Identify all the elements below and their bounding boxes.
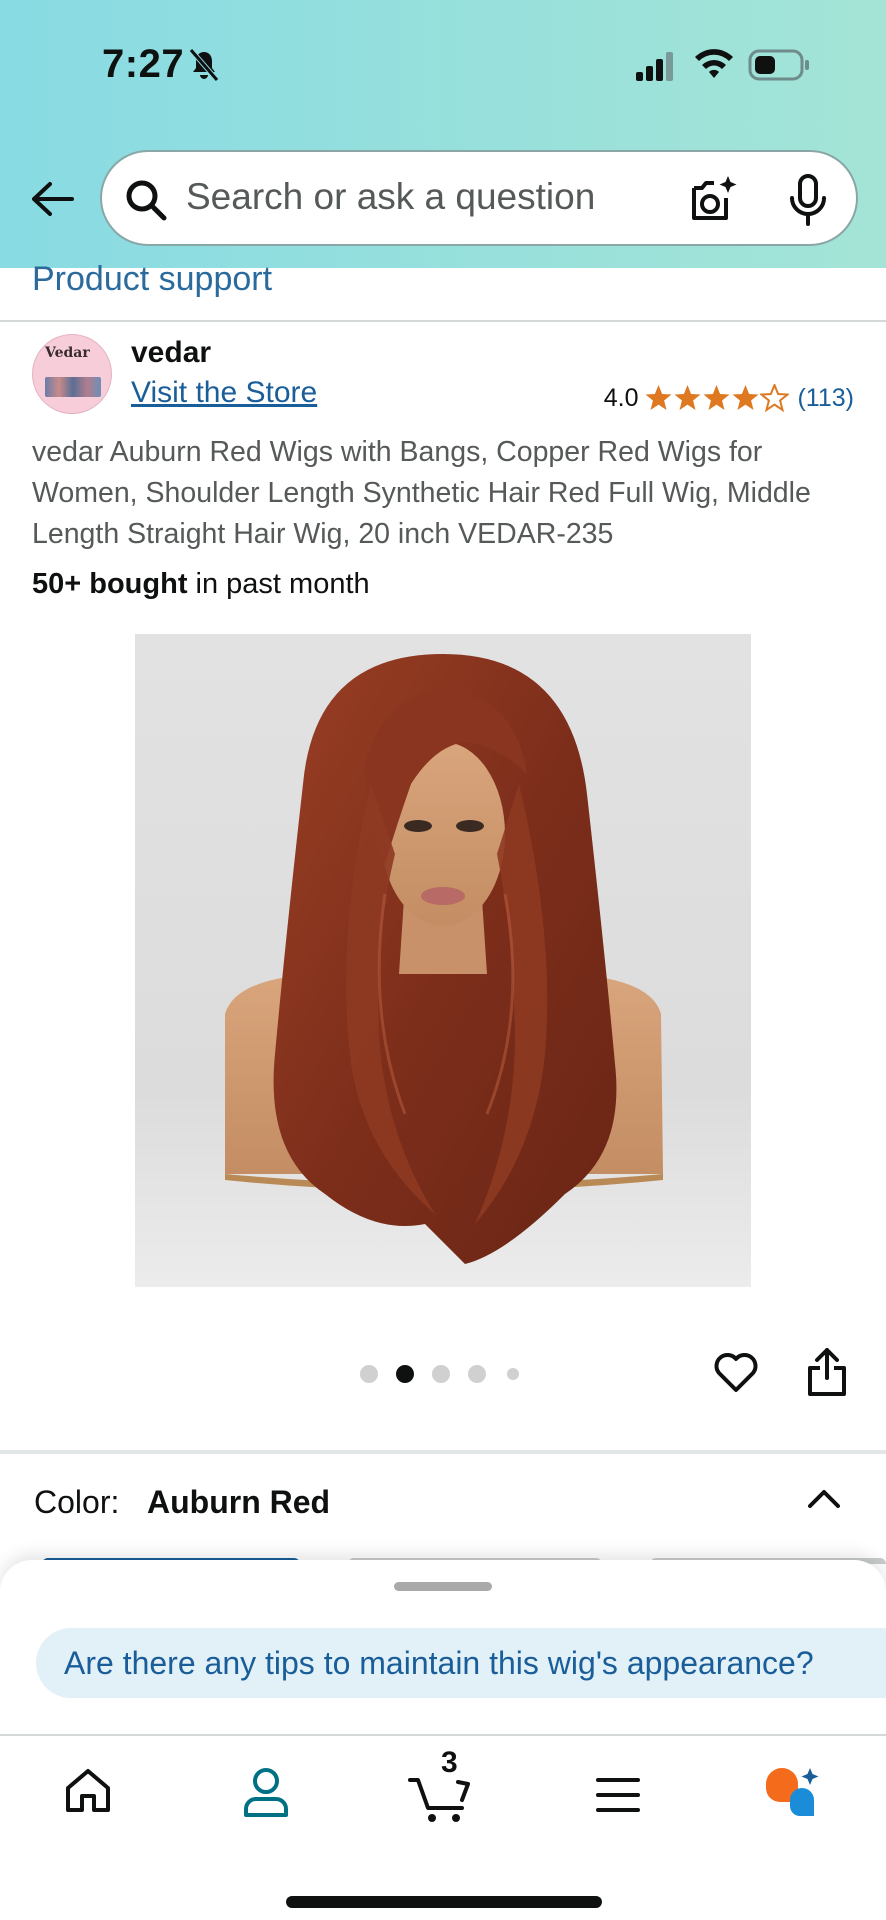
- back-arrow-icon[interactable]: [28, 176, 74, 222]
- bought-count-rest: in past month: [187, 568, 370, 600]
- bell-muted-icon: [189, 48, 219, 82]
- rating-value: 4.0: [603, 383, 639, 412]
- rating-summary[interactable]: 4.0 (113): [604, 380, 854, 416]
- bought-count-bold: 50+ bought: [32, 568, 188, 600]
- star-filled-icon: [703, 385, 730, 410]
- star-empty-icon: [760, 384, 790, 412]
- home-icon[interactable]: [64, 1766, 112, 1814]
- star-rating: [644, 384, 790, 412]
- assistant-chat-icon[interactable]: [762, 1766, 822, 1820]
- wig-photo-illustration: [225, 654, 663, 1264]
- chevron-up-icon[interactable]: [804, 1480, 844, 1516]
- suggested-question-chip[interactable]: Are there any tips to maintain this wig'…: [36, 1628, 886, 1698]
- pager-dot[interactable]: [507, 1368, 519, 1380]
- star-filled-icon: [674, 385, 701, 410]
- brand-name: vedar: [131, 336, 212, 369]
- divider: [0, 1450, 886, 1454]
- menu-icon[interactable]: [596, 1776, 640, 1814]
- top-header: 7:27 Search or ask a question: [0, 0, 886, 268]
- camera-search-icon[interactable]: [686, 174, 738, 226]
- wifi-icon: [695, 49, 733, 78]
- brand-logo-image: [45, 377, 101, 397]
- star-filled-icon: [645, 385, 672, 410]
- cellular-signal-icon: [636, 52, 673, 81]
- star-filled-icon: [732, 385, 759, 410]
- product-image[interactable]: [135, 634, 751, 1287]
- sheet-drag-handle[interactable]: [394, 1582, 492, 1591]
- pager-dot-active[interactable]: [396, 1365, 414, 1383]
- cart-count-badge: 3: [441, 1746, 458, 1779]
- bought-count: 50+ bought in past month: [32, 568, 370, 601]
- product-title: vedar Auburn Red Wigs with Bangs, Copper…: [32, 436, 811, 550]
- bottom-tab-bar: 3: [0, 1734, 886, 1920]
- pager-dot[interactable]: [432, 1365, 450, 1383]
- color-value: Auburn Red: [147, 1484, 331, 1520]
- status-time: 7:27: [102, 42, 185, 86]
- search-input[interactable]: Search or ask a question: [186, 176, 595, 218]
- home-indicator: [286, 1896, 602, 1908]
- assistant-sheet: Are there any tips to maintain this wig'…: [0, 1560, 886, 1736]
- heart-icon[interactable]: [712, 1348, 760, 1396]
- microphone-icon[interactable]: [788, 174, 828, 226]
- search-icon: [126, 180, 167, 221]
- image-pager[interactable]: [360, 1362, 530, 1384]
- search-bar[interactable]: Search or ask a question: [100, 150, 858, 246]
- pager-dot[interactable]: [468, 1365, 486, 1383]
- brand-logo-text: Vedar: [45, 345, 90, 361]
- color-label: Color:: [34, 1484, 120, 1520]
- rating-count[interactable]: (113): [797, 384, 854, 413]
- profile-icon[interactable]: [242, 1766, 290, 1818]
- share-icon[interactable]: [806, 1346, 848, 1398]
- pager-dot[interactable]: [360, 1365, 378, 1383]
- divider: [0, 320, 886, 322]
- visit-store-link[interactable]: Visit the Store: [131, 376, 317, 410]
- product-support-link[interactable]: Product support: [32, 260, 272, 299]
- battery-icon: [748, 49, 809, 81]
- brand-logo[interactable]: Vedar: [32, 334, 112, 414]
